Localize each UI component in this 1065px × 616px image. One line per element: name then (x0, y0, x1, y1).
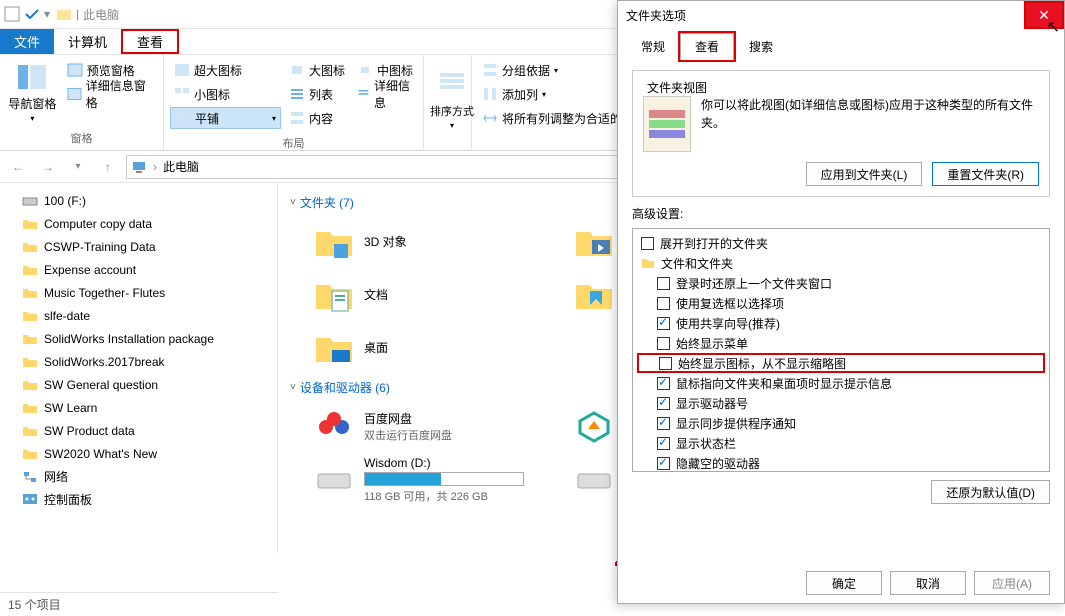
tree-item[interactable]: SolidWorks.2017break (4, 350, 273, 373)
tree-item[interactable]: SW General question (4, 373, 273, 396)
advanced-option[interactable]: 展开到打开的文件夹 (637, 233, 1045, 253)
tree-item[interactable]: SW Learn (4, 396, 273, 419)
restore-defaults-button[interactable]: 还原为默认值(D) (931, 480, 1050, 504)
dialog-tabs: 常规 查看 搜索 (618, 29, 1064, 60)
tree-item[interactable]: SW Product data (4, 419, 273, 442)
checkbox[interactable] (657, 277, 670, 290)
advanced-option[interactable]: 鼠标指向文件夹和桌面项时显示提示信息 (637, 373, 1045, 393)
status-bar: 15 个项目 (0, 592, 278, 616)
folder-item[interactable]: 3D 对象 (314, 215, 574, 268)
tree-item[interactable]: Expense account (4, 258, 273, 281)
folder-view-fieldset: 文件夹视图 你可以将此视图(如详细信息或图标)应用于这种类型的所有文件夹。 应用… (632, 70, 1050, 197)
menu-view[interactable]: 查看 (121, 29, 179, 54)
advanced-option[interactable]: 隐藏空的驱动器 (637, 453, 1045, 472)
pc-icon (131, 159, 147, 175)
checkbox[interactable] (659, 357, 672, 370)
tab-search[interactable]: 搜索 (734, 33, 788, 60)
folder-options-dialog: 文件夹选项 ✕ ↖ 常规 查看 搜索 文件夹视图 你可以将此视图(如详细信息或图… (617, 0, 1065, 604)
cancel-button[interactable]: 取消 (890, 571, 966, 595)
layout-detail[interactable]: 详细信息 (353, 83, 417, 105)
advanced-option[interactable]: 使用共享向导(推荐) (637, 313, 1045, 333)
menu-file[interactable]: 文件 (0, 29, 54, 54)
back-button[interactable]: ← (6, 155, 30, 179)
tree-item[interactable]: SW2020 What's New (4, 442, 273, 465)
ribbon-group-pane-label: 窗格 (0, 128, 163, 150)
folder-item[interactable]: 桌面 (314, 321, 574, 374)
tree-item[interactable]: Music Together- Flutes (4, 281, 273, 304)
checkbox[interactable] (641, 237, 654, 250)
fit-columns-button[interactable]: 将所有列调整为合适的 (478, 107, 626, 129)
tree-item[interactable]: CSWP-Training Data (4, 235, 273, 258)
advanced-option[interactable]: 使用复选框以选择项 (637, 293, 1045, 313)
layout-xl[interactable]: 超大图标 (170, 59, 281, 81)
dialog-close-button[interactable]: ✕ (1024, 1, 1064, 29)
layout-list[interactable]: 列表 (285, 83, 349, 105)
advanced-option[interactable]: 文件和文件夹 (637, 253, 1045, 273)
layout-content[interactable]: 内容 (285, 107, 349, 129)
folder-icon (641, 256, 655, 270)
advanced-option[interactable]: 显示驱动器号 (637, 393, 1045, 413)
advanced-option[interactable]: 始终显示图标，从不显示缩略图 (637, 353, 1045, 373)
add-column-button[interactable]: 添加列 ▾ (478, 83, 626, 105)
checkbox[interactable] (657, 297, 670, 310)
tab-view[interactable]: 查看 (680, 33, 734, 60)
device-item[interactable]: Wisdom (D:)118 GB 可用，共 226 GB (314, 453, 574, 506)
ribbon-group-layout-label: 布局 (164, 133, 423, 155)
recent-button[interactable]: ▾ (66, 155, 90, 179)
tree-item[interactable]: 控制面板 (4, 488, 273, 511)
file-icon (4, 6, 20, 22)
advanced-option[interactable]: 显示状态栏 (637, 433, 1045, 453)
checkbox[interactable] (657, 397, 670, 410)
advanced-settings-label: 高级设置: (632, 205, 1050, 222)
sort-button[interactable]: 排序方式 ▾ (430, 59, 474, 140)
folder-view-desc: 你可以将此视图(如详细信息或图标)应用于这种类型的所有文件夹。 (701, 96, 1039, 152)
tree-item[interactable]: SolidWorks Installation package (4, 327, 273, 350)
checkbox[interactable] (657, 377, 670, 390)
device-item[interactable]: 百度网盘双击运行百度网盘 (314, 400, 574, 453)
ok-button[interactable]: 确定 (806, 571, 882, 595)
checkbox[interactable] (657, 437, 670, 450)
apply-to-folders-button[interactable]: 应用到文件夹(L) (806, 162, 923, 186)
advanced-option[interactable]: 始终显示菜单 (637, 333, 1045, 353)
apply-button[interactable]: 应用(A) (974, 571, 1050, 595)
tree-item[interactable]: 网络 (4, 465, 273, 488)
folder-icon (56, 6, 72, 22)
layout-tile[interactable]: 平铺▾ (170, 107, 281, 129)
advanced-settings-list[interactable]: 展开到打开的文件夹文件和文件夹登录时还原上一个文件夹窗口使用复选框以选择项使用共… (632, 228, 1050, 472)
window-title: 此电脑 (83, 6, 119, 23)
nav-pane-button[interactable]: 导航窗格 ▾ (6, 59, 59, 124)
tree-item[interactable]: Computer copy data (4, 212, 273, 235)
advanced-option[interactable]: 登录时还原上一个文件夹窗口 (637, 273, 1045, 293)
check-icon (24, 6, 40, 22)
tab-general[interactable]: 常规 (626, 33, 680, 60)
reset-folders-button[interactable]: 重置文件夹(R) (932, 162, 1039, 186)
up-button[interactable]: ↑ (96, 155, 120, 179)
checkbox[interactable] (657, 417, 670, 430)
checkbox[interactable] (657, 457, 670, 470)
group-by-button[interactable]: 分组依据 ▾ (478, 59, 626, 81)
nav-pane-label: 导航窗格 (8, 95, 56, 112)
checkbox[interactable] (657, 337, 670, 350)
dialog-title: 文件夹选项 (618, 1, 1064, 29)
address-path: 此电脑 (163, 158, 199, 175)
checkbox[interactable] (657, 317, 670, 330)
tree-item[interactable]: 100 (F:) (4, 189, 273, 212)
menu-computer[interactable]: 计算机 (54, 29, 121, 54)
layout-lg[interactable]: 大图标 (285, 59, 349, 81)
nav-tree[interactable]: 100 (F:)Computer copy dataCSWP-Training … (0, 183, 278, 553)
details-pane-button[interactable]: 详细信息窗格 (63, 83, 157, 105)
advanced-option[interactable]: 显示同步提供程序通知 (637, 413, 1045, 433)
forward-button[interactable]: → (36, 155, 60, 179)
layout-sm[interactable]: 小图标 (170, 83, 281, 105)
folder-view-icon (643, 96, 691, 152)
tree-item[interactable]: slfe-date (4, 304, 273, 327)
folder-item[interactable]: 文档 (314, 268, 574, 321)
